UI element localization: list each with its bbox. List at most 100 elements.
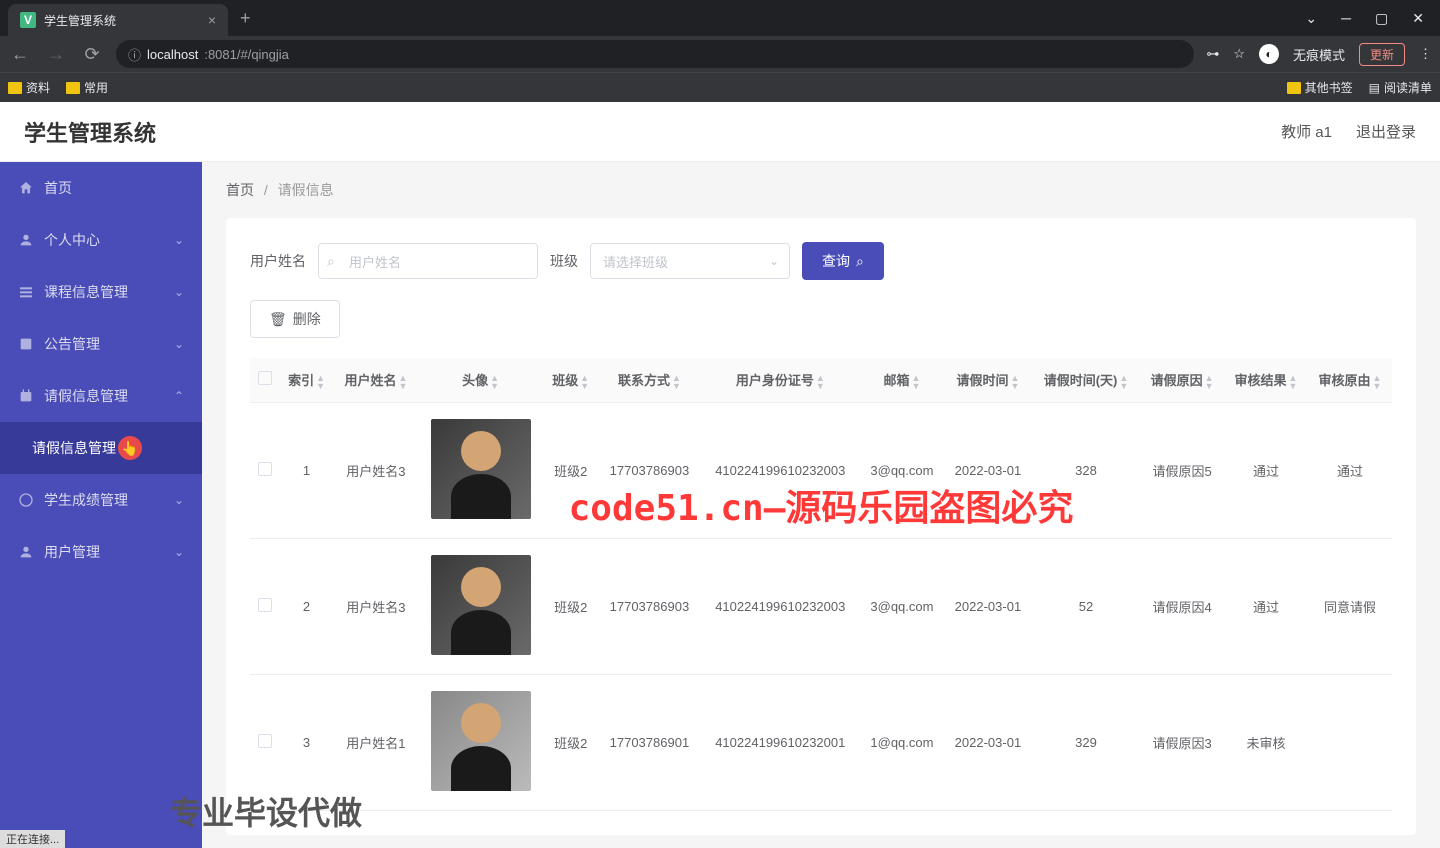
star-icon[interactable]: ☆ xyxy=(1233,46,1245,62)
browser-tab[interactable]: V 学生管理系统 × xyxy=(8,4,228,36)
cell-days: 328 xyxy=(1032,402,1140,538)
bookmark-folder-1[interactable]: 资料 xyxy=(8,79,50,96)
window-controls: ⌄ ─ ▢ ✕ xyxy=(1305,10,1440,27)
checkbox[interactable] xyxy=(258,462,272,476)
breadcrumb-home[interactable]: 首页 xyxy=(226,182,254,198)
sidebar-item-course[interactable]: 课程信息管理 ⌄ xyxy=(0,266,202,318)
delete-button[interactable]: 🗑 删除 xyxy=(250,300,340,338)
close-window-icon[interactable]: ✕ xyxy=(1412,10,1424,27)
sidebar-item-profile[interactable]: 个人中心 ⌄ xyxy=(0,214,202,266)
minimize-icon[interactable]: ─ xyxy=(1341,10,1351,27)
chevron-down-icon[interactable]: ⌄ xyxy=(1305,10,1317,27)
cell-leave-date: 2022-03-01 xyxy=(944,402,1032,538)
cell-reply xyxy=(1308,674,1392,810)
checkbox[interactable] xyxy=(258,371,272,385)
cell-reply: 通过 xyxy=(1308,402,1392,538)
th-email[interactable]: 邮箱▲▼ xyxy=(860,358,944,402)
folder-icon xyxy=(66,82,80,94)
maximize-icon[interactable]: ▢ xyxy=(1375,10,1388,27)
cell-checkbox[interactable] xyxy=(250,538,279,674)
cell-class: 班级2 xyxy=(543,538,598,674)
th-checkbox[interactable] xyxy=(250,358,279,402)
chevron-up-icon: ⌃ xyxy=(174,389,184,403)
cell-email: 1@qq.com xyxy=(860,674,944,810)
chevron-down-icon: ⌄ xyxy=(174,545,184,559)
cell-reason: 请假原因4 xyxy=(1140,538,1224,674)
cell-email: 3@qq.com xyxy=(860,402,944,538)
list-icon: ▤ xyxy=(1369,81,1380,95)
main-content: 首页 / 请假信息 用户姓名 ⌕ 用户姓名 班级 请选择班级 ⌄ xyxy=(202,162,1440,848)
sidebar-item-leave-parent[interactable]: 请假信息管理 ⌃ xyxy=(0,370,202,422)
search-icon: ⌕ xyxy=(327,253,335,270)
sort-icon: ▲▼ xyxy=(672,374,681,390)
user-icon xyxy=(18,544,34,560)
forward-button: → xyxy=(44,44,68,65)
table-header-row: 索引▲▼ 用户姓名▲▼ 头像▲▼ 班级▲▼ 联系方式▲▼ 用户身份证号▲▼ 邮箱… xyxy=(250,358,1392,402)
browser-chrome: V 学生管理系统 × + ⌄ ─ ▢ ✕ ← → ⟳ ⓘ localhost:8… xyxy=(0,0,1440,102)
th-contact[interactable]: 联系方式▲▼ xyxy=(598,358,701,402)
logout-button[interactable]: 退出登录 xyxy=(1356,121,1416,142)
menu-icon[interactable]: ⋮ xyxy=(1419,46,1432,62)
cell-class: 班级2 xyxy=(543,402,598,538)
back-button[interactable]: ← xyxy=(8,44,32,65)
cell-reason: 请假原因5 xyxy=(1140,402,1224,538)
cell-result: 通过 xyxy=(1224,402,1308,538)
cursor-icon: 👆 xyxy=(118,436,142,460)
folder-icon xyxy=(8,82,22,94)
cell-email: 3@qq.com xyxy=(860,538,944,674)
cell-index: 1 xyxy=(279,402,334,538)
tab-title: 学生管理系统 xyxy=(44,12,200,29)
avatar xyxy=(431,691,531,791)
incognito-icon: ◐ xyxy=(1259,44,1279,64)
th-reply[interactable]: 审核原由▲▼ xyxy=(1308,358,1392,402)
th-leave-date[interactable]: 请假时间▲▼ xyxy=(944,358,1032,402)
th-result[interactable]: 审核结果▲▼ xyxy=(1224,358,1308,402)
th-username[interactable]: 用户姓名▲▼ xyxy=(334,358,418,402)
grade-icon xyxy=(18,492,34,508)
table-row: 3 用户姓名1 班级2 17703786901 4102241996102320… xyxy=(250,674,1392,810)
th-reason[interactable]: 请假原因▲▼ xyxy=(1140,358,1224,402)
cell-days: 329 xyxy=(1032,674,1140,810)
cell-reason: 请假原因3 xyxy=(1140,674,1224,810)
username-input[interactable]: ⌕ 用户姓名 xyxy=(318,243,538,279)
cell-index: 2 xyxy=(279,538,334,674)
new-tab-button[interactable]: + xyxy=(240,8,251,29)
app-title: 学生管理系统 xyxy=(24,116,156,148)
table-row: 1 用户姓名3 班级2 17703786903 4102241996102320… xyxy=(250,402,1392,538)
reload-button[interactable]: ⟳ xyxy=(80,44,104,65)
other-bookmarks[interactable]: 其他书签 xyxy=(1287,79,1353,96)
cell-idcard: 410224199610232003 xyxy=(701,402,860,538)
avatar xyxy=(431,419,531,519)
checkbox[interactable] xyxy=(258,734,272,748)
th-idcard[interactable]: 用户身份证号▲▼ xyxy=(701,358,860,402)
sort-icon: ▲▼ xyxy=(580,374,589,390)
th-class[interactable]: 班级▲▼ xyxy=(543,358,598,402)
th-avatar[interactable]: 头像▲▼ xyxy=(418,358,543,402)
reading-list[interactable]: ▤阅读清单 xyxy=(1369,79,1432,96)
bookmark-folder-2[interactable]: 常用 xyxy=(66,79,108,96)
th-index[interactable]: 索引▲▼ xyxy=(279,358,334,402)
class-label: 班级 xyxy=(550,251,578,271)
bookmark-bar: 资料 常用 其他书签 ▤阅读清单 xyxy=(0,72,1440,102)
query-button[interactable]: 查询 ⌕ xyxy=(802,242,884,280)
sort-icon: ▲▼ xyxy=(490,374,499,390)
home-icon xyxy=(18,180,34,196)
key-icon[interactable]: ⊶ xyxy=(1206,46,1219,62)
sidebar-item-home[interactable]: 首页 xyxy=(0,162,202,214)
cell-avatar xyxy=(418,538,543,674)
url-input[interactable]: ⓘ localhost:8081/#/qingjia xyxy=(116,40,1194,68)
cell-reply: 同意请假 xyxy=(1308,538,1392,674)
close-icon[interactable]: × xyxy=(208,12,216,28)
sidebar-item-notice[interactable]: 公告管理 ⌄ xyxy=(0,318,202,370)
checkbox[interactable] xyxy=(258,598,272,612)
th-leave-days[interactable]: 请假时间(天)▲▼ xyxy=(1032,358,1140,402)
sidebar-item-user-manage[interactable]: 用户管理 ⌄ xyxy=(0,526,202,578)
cell-avatar xyxy=(418,674,543,810)
update-button[interactable]: 更新 xyxy=(1359,43,1405,66)
class-select[interactable]: 请选择班级 ⌄ xyxy=(590,243,790,279)
search-row: 用户姓名 ⌕ 用户姓名 班级 请选择班级 ⌄ 查询 ⌕ xyxy=(250,242,1392,280)
sidebar-item-leave-manage[interactable]: 请假信息管理 👆 xyxy=(0,422,202,474)
sidebar-item-grade[interactable]: 学生成绩管理 ⌄ xyxy=(0,474,202,526)
user-label[interactable]: 教师 a1 xyxy=(1281,121,1332,142)
cell-checkbox[interactable] xyxy=(250,402,279,538)
